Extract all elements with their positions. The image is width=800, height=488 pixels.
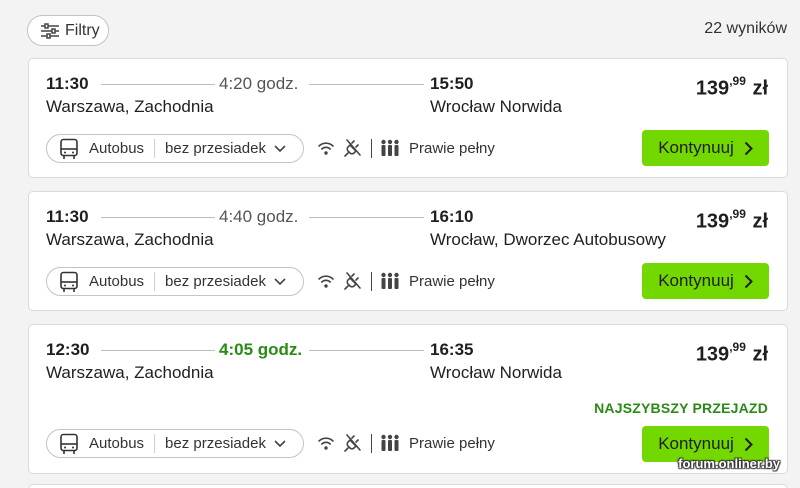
filter-button-label: Filtry	[65, 21, 100, 39]
trip-duration: 4:40 godz.	[219, 207, 299, 226]
chevron-down-icon	[274, 439, 286, 448]
wifi-icon	[317, 435, 335, 451]
route-line	[309, 84, 424, 85]
price-cents: ,99	[729, 207, 746, 221]
filter-button[interactable]: Filtry	[27, 15, 109, 46]
trip-duration: 4:20 godz.	[219, 74, 299, 93]
occupancy-status: Prawie pełny	[409, 139, 495, 157]
pill-divider	[154, 434, 156, 453]
trip-details-dropdown[interactable]: Autobus bez przesiadek	[46, 134, 304, 163]
wifi-icon	[317, 140, 335, 156]
occupancy-status: Prawie pełny	[409, 434, 495, 452]
trip-price: 139,99 zł	[695, 340, 768, 367]
occupancy-status: Prawie pełny	[409, 272, 495, 290]
departure-station: Warszawa, Zachodnia	[46, 230, 214, 249]
forum-watermark: forum.onliner.by	[678, 456, 780, 471]
occupancy-people-icon	[380, 139, 400, 157]
trip-price: 139,99 zł	[695, 207, 768, 234]
trip-card: 12:30 4:05 godz. 16:35 Warszawa, Zachodn…	[28, 324, 788, 474]
arrival-time: 16:35	[430, 340, 474, 359]
price-cents: ,99	[729, 340, 746, 354]
arrival-station: Wrocław Norwida	[430, 363, 562, 382]
trip-price: 139,99 zł	[695, 74, 768, 101]
power-plug-icon	[344, 433, 362, 453]
fastest-trip-badge: NAJSZYBSZY PRZEJAZD	[594, 400, 768, 416]
power-plug-icon	[344, 138, 362, 158]
departure-time: 11:30	[46, 74, 89, 93]
departure-time: 11:30	[46, 207, 89, 226]
trip-duration: 4:05 godz.	[219, 340, 303, 359]
chevron-right-icon	[744, 141, 753, 155]
pill-divider	[154, 139, 156, 158]
chevron-right-icon	[744, 274, 753, 288]
route-line	[101, 84, 215, 85]
route-line	[309, 350, 424, 351]
bus-icon	[59, 138, 79, 160]
wifi-icon	[317, 273, 335, 289]
continue-button[interactable]: Kontynuuj	[642, 130, 769, 166]
price-main: 139	[695, 210, 730, 233]
arrival-time: 15:50	[430, 74, 474, 93]
price-main: 139	[695, 77, 730, 100]
amenities: Prawie pełny	[317, 271, 495, 291]
filter-sliders-icon	[41, 22, 59, 39]
trip-details-dropdown[interactable]: Autobus bez przesiadek	[46, 429, 304, 458]
continue-button-label: Kontynuuj	[658, 271, 734, 290]
route-line	[101, 350, 215, 351]
amenities-divider	[371, 433, 372, 453]
amenities-divider	[371, 138, 372, 158]
price-currency: zł	[752, 210, 768, 233]
amenities: Prawie pełny	[317, 433, 495, 453]
continue-button[interactable]: Kontynuuj	[642, 263, 769, 299]
departure-time: 12:30	[46, 340, 90, 359]
trip-card: 11:30 4:20 godz. 15:50 Warszawa, Zachodn…	[28, 58, 788, 178]
trip-card: 11:30 4:40 godz. 16:10 Warszawa, Zachodn…	[28, 191, 788, 311]
bus-icon	[59, 271, 79, 293]
chevron-down-icon	[274, 277, 286, 286]
departure-station: Warszawa, Zachodnia	[46, 97, 214, 116]
vehicle-type: Autobus	[89, 140, 145, 157]
occupancy-people-icon	[380, 434, 400, 452]
trip-card-partial	[28, 484, 788, 488]
continue-button-label: Kontynuuj	[658, 138, 734, 157]
amenities-divider	[371, 271, 372, 291]
transfers-info: bez przesiadek	[165, 140, 266, 157]
vehicle-type: Autobus	[89, 435, 145, 452]
price-currency: zł	[752, 77, 768, 100]
continue-button-label: Kontynuuj	[658, 434, 734, 453]
results-toolbar: Filtry 22 wyników	[0, 0, 800, 58]
transfers-info: bez przesiadek	[165, 435, 266, 452]
arrival-time: 16:10	[430, 207, 474, 226]
chevron-right-icon	[744, 437, 753, 451]
results-count: 22 wyników	[704, 20, 787, 37]
route-line	[309, 217, 424, 218]
price-main: 139	[695, 343, 730, 366]
arrival-station: Wrocław Norwida	[430, 97, 562, 116]
price-cents: ,99	[729, 74, 746, 88]
price-currency: zł	[752, 343, 768, 366]
bus-icon	[59, 433, 79, 455]
amenities: Prawie pełny	[317, 138, 495, 158]
pill-divider	[154, 272, 156, 291]
occupancy-people-icon	[380, 272, 400, 290]
transfers-info: bez przesiadek	[165, 273, 266, 290]
route-line	[101, 217, 215, 218]
chevron-down-icon	[274, 144, 286, 153]
arrival-station: Wrocław, Dworzec Autobusowy	[430, 230, 666, 249]
trip-details-dropdown[interactable]: Autobus bez przesiadek	[46, 267, 304, 296]
departure-station: Warszawa, Zachodnia	[46, 363, 214, 382]
vehicle-type: Autobus	[89, 273, 145, 290]
power-plug-icon	[344, 271, 362, 291]
